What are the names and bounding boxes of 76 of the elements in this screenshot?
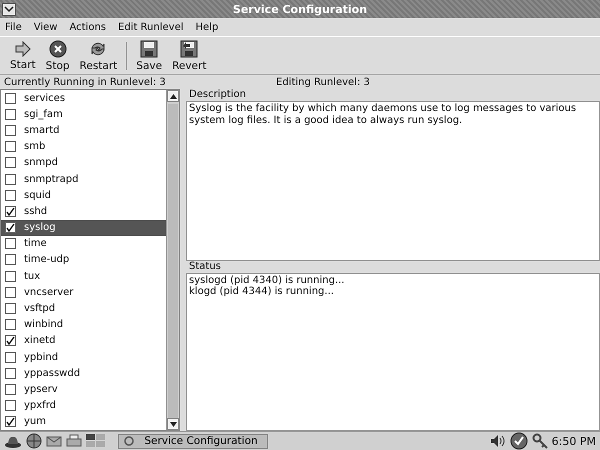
- menu-item[interactable]: View: [34, 22, 58, 32]
- checkbox[interactable]: [5, 92, 16, 104]
- workspace-switcher-icon[interactable]: [86, 434, 106, 448]
- scroll-up-icon[interactable]: [167, 90, 179, 102]
- service-row[interactable]: vncserver: [1, 284, 166, 300]
- checkbox[interactable]: [5, 190, 16, 201]
- checkbox[interactable]: [5, 384, 16, 395]
- speaker-icon[interactable]: [490, 434, 506, 448]
- menu-item[interactable]: Actions: [69, 22, 106, 32]
- checkbox[interactable]: [5, 157, 16, 168]
- window-menu-button[interactable]: [2, 2, 16, 16]
- toolbar-button[interactable]: Start: [6, 40, 40, 72]
- service-row[interactable]: services: [1, 90, 166, 106]
- service-row[interactable]: vsftpd: [1, 300, 166, 317]
- service-row[interactable]: sgi_fam: [1, 106, 166, 122]
- service-row[interactable]: snmptrapd: [1, 170, 166, 188]
- checkmark-icon[interactable]: [510, 432, 528, 450]
- service-row[interactable]: ypbind: [1, 349, 166, 366]
- service-row[interactable]: smb: [1, 138, 166, 155]
- service-row[interactable]: smartd: [1, 122, 166, 139]
- checkbox[interactable]: [5, 206, 16, 217]
- service-row[interactable]: ypserv: [1, 381, 166, 398]
- service-row[interactable]: ypxfrd: [1, 398, 166, 414]
- checkbox[interactable]: [5, 319, 16, 330]
- service-row[interactable]: yum: [1, 414, 166, 430]
- menu-item[interactable]: Help: [196, 22, 218, 32]
- checkbox[interactable]: [5, 352, 16, 363]
- checkbox[interactable]: [5, 416, 16, 428]
- service-row[interactable]: yppasswdd: [1, 365, 166, 382]
- service-row[interactable]: xinetd: [1, 332, 166, 349]
- service-row[interactable]: syslog: [1, 220, 166, 236]
- clock[interactable]: 6:50 PM: [552, 434, 596, 448]
- checkbox[interactable]: [5, 141, 16, 152]
- menu-item[interactable]: File: [5, 22, 22, 32]
- stop-icon: [48, 40, 67, 58]
- checkbox[interactable]: [5, 254, 16, 266]
- checkbox[interactable]: [5, 368, 16, 379]
- service-row[interactable]: sshd: [1, 203, 166, 220]
- menu-item[interactable]: Edit Runlevel: [118, 22, 184, 32]
- hat-icon[interactable]: [4, 434, 22, 448]
- caret-icon: [4, 5, 14, 13]
- toolbar-button[interactable]: Stop: [42, 38, 74, 72]
- service-row[interactable]: time-udp: [1, 252, 166, 268]
- toolbar-button[interactable]: Revert: [168, 38, 210, 72]
- service-row[interactable]: snmpd: [1, 154, 166, 171]
- checkbox[interactable]: [5, 124, 16, 136]
- service-row[interactable]: tux: [1, 268, 166, 284]
- status-line: klogd (pid 4344) is running...: [189, 286, 334, 297]
- checkbox[interactable]: [5, 222, 16, 234]
- status-heading: Status: [188, 261, 222, 273]
- checkbox[interactable]: [5, 270, 16, 282]
- description-text: Syslog is the facility by which many daemons use to log messages to various system log files. It is a good idea to always run syslog.: [189, 103, 578, 127]
- current-runlevel-label: Currently Running in Runlevel: 3: [3, 76, 167, 88]
- printer-icon[interactable]: [66, 434, 82, 448]
- service-row[interactable]: winbind: [1, 316, 166, 333]
- checkbox[interactable]: [5, 335, 16, 346]
- checkbox[interactable]: [5, 174, 16, 185]
- scrollbar[interactable]: [166, 90, 179, 430]
- checkbox[interactable]: [5, 303, 16, 314]
- checkbox[interactable]: [5, 238, 16, 250]
- checkbox[interactable]: [5, 400, 16, 412]
- checkbox[interactable]: [5, 108, 16, 120]
- checkbox[interactable]: [5, 286, 16, 298]
- description-heading: Description: [188, 89, 247, 101]
- right-arrow-icon: [14, 40, 32, 56]
- globe-icon[interactable]: [26, 433, 42, 449]
- window-title: Service Configuration: [232, 2, 368, 16]
- taskbar-window-button[interactable]: Service Configuration: [118, 434, 268, 448]
- mail-icon[interactable]: [46, 434, 62, 448]
- toolbar-button[interactable]: Save: [132, 38, 166, 72]
- status-line: syslogd (pid 4340) is running...: [189, 275, 346, 286]
- editing-runlevel-label: Editing Runlevel: 3: [276, 76, 370, 88]
- service-row[interactable]: time: [1, 236, 166, 252]
- toolbar-button[interactable]: Restart: [76, 38, 122, 72]
- service-row[interactable]: squid: [1, 187, 166, 204]
- scroll-down-icon[interactable]: [167, 418, 179, 430]
